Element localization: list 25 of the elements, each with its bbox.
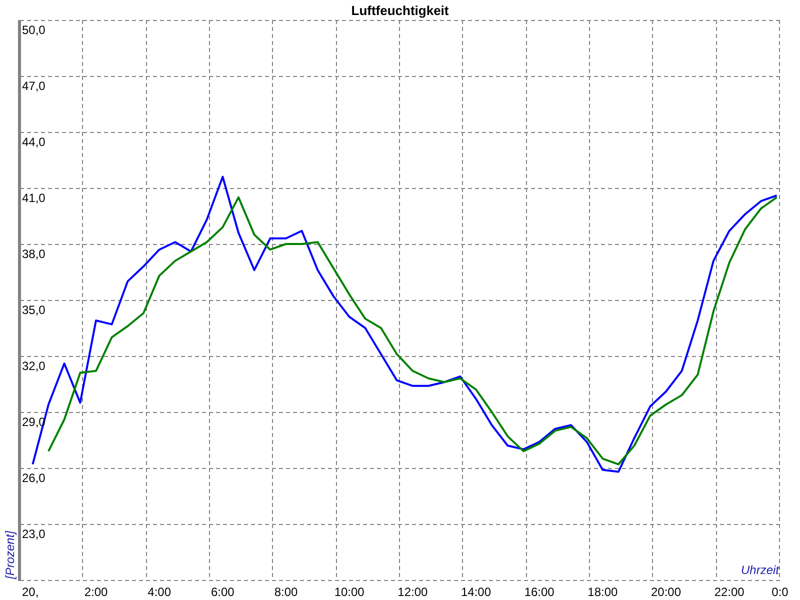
y-tick-label: 26,0 xyxy=(22,471,46,485)
x-tick-label: 6:00 xyxy=(210,585,234,599)
y-tick-label: 35,0 xyxy=(22,303,46,317)
x-tick-label: 8:00 xyxy=(274,585,298,599)
y-axis-title: [Prozent] xyxy=(3,530,17,579)
y-tick-label: 50,0 xyxy=(22,23,46,37)
y-tick-label: 32,0 xyxy=(22,359,46,373)
y-tick-label: 41,0 xyxy=(22,191,46,205)
x-tick-label: 2:00 xyxy=(84,585,108,599)
x-tick-label: 14:00 xyxy=(460,585,492,599)
y-tick-label: 23,0 xyxy=(22,527,46,541)
x-tick-label: 18:00 xyxy=(588,585,618,599)
x-tick-label: 16:00 xyxy=(524,585,554,599)
x-tick-label: 4:00 xyxy=(148,585,172,599)
x-tick-label: 12:00 xyxy=(398,585,428,599)
chart-title: Luftfeuchtigkeit xyxy=(351,3,449,18)
x-tick-label: 22:00 xyxy=(714,585,744,599)
x-tick-label: 0:0 xyxy=(772,585,788,599)
x-axis-title: Uhrzeit xyxy=(740,563,779,577)
y-tick-label: 38,0 xyxy=(22,247,46,261)
y-tick-label: 20, xyxy=(22,585,39,599)
x-tick-label: 10:00 xyxy=(334,585,364,599)
x-tick-label: 20:00 xyxy=(650,585,682,599)
y-tick-label: 44,0 xyxy=(22,135,46,149)
y-tick-label: 47,0 xyxy=(22,79,46,93)
